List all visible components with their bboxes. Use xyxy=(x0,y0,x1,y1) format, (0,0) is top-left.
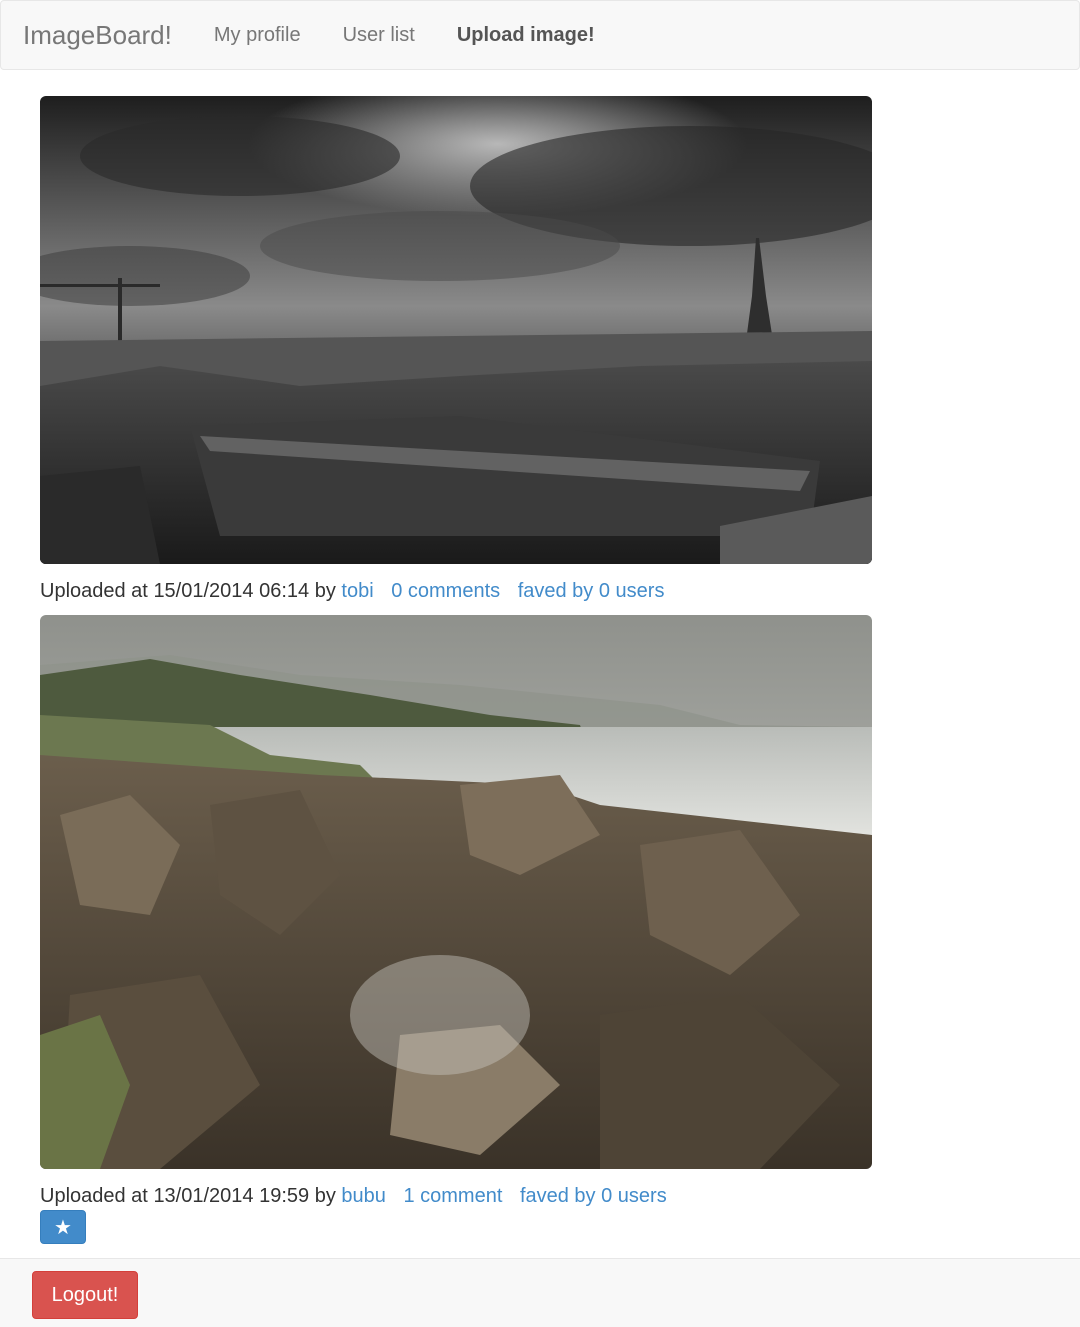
nav-upload-image[interactable]: Upload image! xyxy=(457,24,595,47)
post-meta: Uploaded at 15/01/2014 06:14 by tobi 0 c… xyxy=(40,579,872,603)
faved-by-link[interactable]: faved by 0 users xyxy=(518,580,665,602)
nav-user-list[interactable]: User list xyxy=(343,24,415,47)
paris-rooftops-photo xyxy=(40,96,872,564)
faved-by-link[interactable]: faved by 0 users xyxy=(520,1185,667,1207)
author-link[interactable]: tobi xyxy=(341,580,373,602)
post-image[interactable] xyxy=(40,615,872,1169)
uploaded-prefix: Uploaded at xyxy=(40,580,148,602)
brand-link[interactable]: ImageBoard! xyxy=(23,20,172,51)
star-icon: ★ xyxy=(54,1215,72,1239)
by-label: by xyxy=(314,1185,336,1207)
upload-date: 13/01/2014 19:59 xyxy=(153,1185,310,1207)
post-image[interactable] xyxy=(40,96,872,564)
post-item: Uploaded at 13/01/2014 19:59 by bubu 1 c… xyxy=(40,615,872,1244)
post-meta: Uploaded at 13/01/2014 19:59 by bubu 1 c… xyxy=(40,1184,872,1208)
navbar: ImageBoard! My profile User list Upload … xyxy=(0,0,1080,70)
by-label: by xyxy=(314,580,336,602)
post-item: Uploaded at 15/01/2014 06:14 by tobi 0 c… xyxy=(40,96,872,603)
fav-button[interactable]: ★ xyxy=(40,1210,86,1244)
footer-bar: Logout! xyxy=(0,1258,1080,1327)
image-feed: Uploaded at 15/01/2014 06:14 by tobi 0 c… xyxy=(40,96,872,1244)
uploaded-prefix: Uploaded at xyxy=(40,1185,148,1207)
coastal-rocks-photo xyxy=(40,615,872,1169)
logout-button[interactable]: Logout! xyxy=(32,1271,138,1319)
comments-link[interactable]: 1 comment xyxy=(403,1185,502,1207)
comments-link[interactable]: 0 comments xyxy=(391,580,500,602)
upload-date: 15/01/2014 06:14 xyxy=(153,580,310,602)
author-link[interactable]: bubu xyxy=(341,1185,386,1207)
nav-my-profile[interactable]: My profile xyxy=(214,24,301,47)
